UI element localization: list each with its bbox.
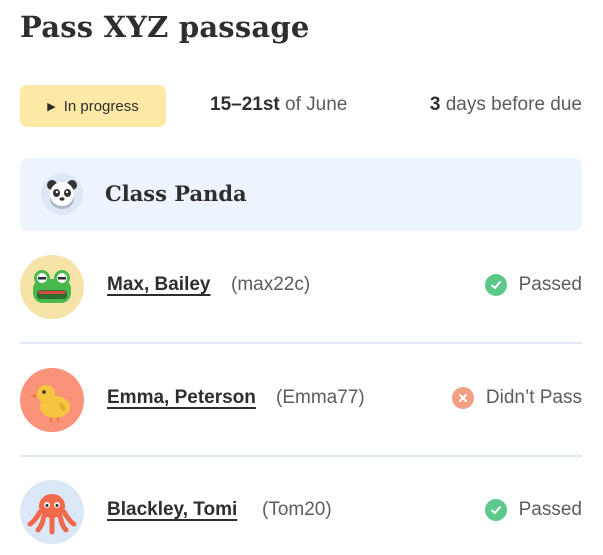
student-username: (max22c) <box>231 274 311 295</box>
student-row: Emma, Peterson (Emma77) Didn’t Pass <box>20 368 582 432</box>
date-range-days: 15–21st <box>210 94 280 115</box>
result-status: Passed <box>484 499 582 521</box>
panda-icon <box>41 173 83 215</box>
result-label: Passed <box>518 274 582 295</box>
student-name-link[interactable]: Max, Bailey <box>107 274 211 296</box>
check-icon <box>484 274 507 296</box>
class-header: Class Panda <box>20 158 582 231</box>
row-divider <box>20 342 582 344</box>
result-status: Passed <box>484 274 582 296</box>
due-countdown: 3 days before due <box>430 94 582 116</box>
student-username: (Tom20) <box>262 499 332 520</box>
status-label: In progress <box>63 97 139 115</box>
frog-icon <box>20 255 84 319</box>
student-username: (Emma77) <box>276 387 365 408</box>
assignment-meta: ▶ In progress 15–21st of June 3 days bef… <box>20 85 582 127</box>
class-name: Class Panda <box>105 181 247 206</box>
close-icon <box>451 387 474 409</box>
page-title: Pass XYZ passage <box>20 10 310 44</box>
due-label: days before due <box>440 94 582 115</box>
chick-icon <box>20 368 84 432</box>
result-status: Didn’t Pass <box>451 387 582 409</box>
check-icon <box>484 499 507 521</box>
student-row: Max, Bailey (max22c) Passed <box>20 255 582 319</box>
student-name-link[interactable]: Blackley, Tomi <box>107 499 237 521</box>
due-days: 3 <box>429 94 441 115</box>
student-row: Blackley, Tomi (Tom20) Passed <box>20 480 582 544</box>
student-name-link[interactable]: Emma, Peterson <box>107 387 256 409</box>
play-icon: ▶ <box>47 100 56 113</box>
result-label: Didn’t Pass <box>485 387 582 408</box>
date-range-month: of June <box>279 94 348 115</box>
octopus-icon <box>20 480 84 544</box>
date-range: 15–21st of June <box>210 94 347 116</box>
row-divider <box>20 455 582 457</box>
result-label: Passed <box>518 499 582 520</box>
status-badge[interactable]: ▶ In progress <box>20 85 166 127</box>
